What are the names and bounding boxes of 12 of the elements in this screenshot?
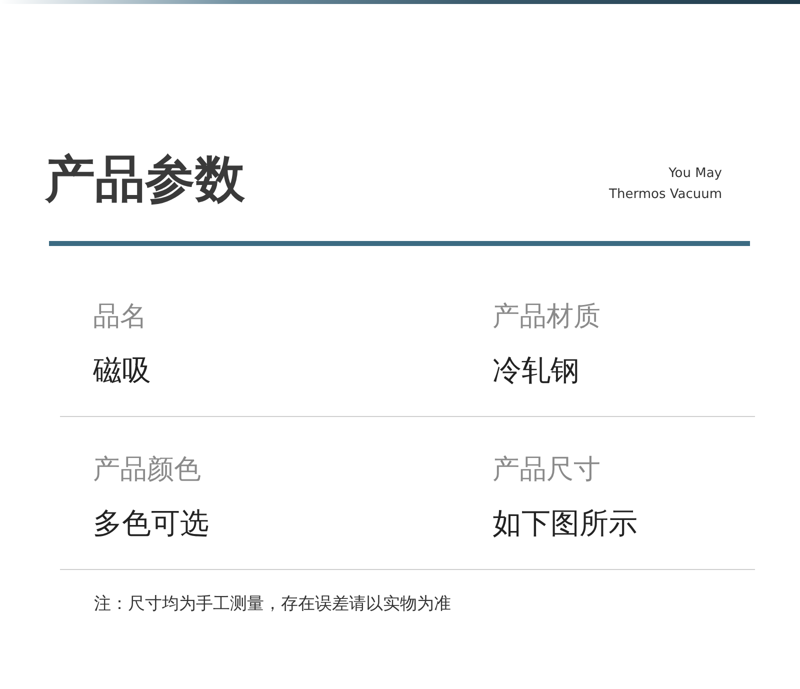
- param-value: 多色可选: [93, 505, 210, 541]
- param-label: 产品材质: [492, 300, 602, 334]
- subtitle-text: You May: [668, 165, 722, 183]
- param-label: 产品颜色: [93, 453, 202, 487]
- param-value: 磁吸: [93, 352, 152, 388]
- param-label: 品名: [93, 300, 148, 334]
- param-value: 冷轧钢: [492, 352, 580, 388]
- param-value: 如下图所示: [492, 505, 638, 541]
- param-label: 产品尺寸: [492, 453, 602, 487]
- page-title: 产品参数: [45, 149, 245, 209]
- note-text: 注：尺寸均为手工测量，存在误差请以实物为准: [93, 593, 452, 616]
- subtitle-text: Thermos Vacuum: [609, 186, 722, 204]
